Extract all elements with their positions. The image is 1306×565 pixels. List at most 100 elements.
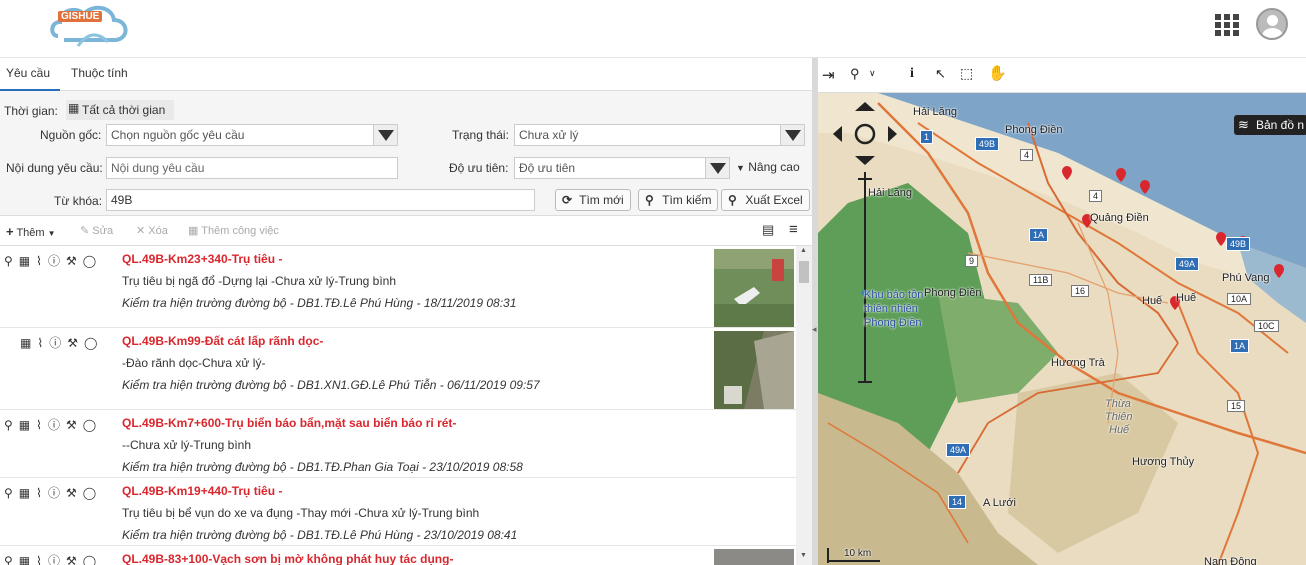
comment-icon[interactable]: ◯ bbox=[83, 254, 102, 268]
content-input-placeholder: Nội dung yêu cầu bbox=[111, 161, 205, 175]
paperclip-icon[interactable]: ⌇ bbox=[36, 486, 48, 500]
comment-icon[interactable]: ◯ bbox=[83, 418, 102, 432]
source-select-value: Chọn nguồn gốc yêu cầu bbox=[111, 128, 245, 142]
basemap-switcher[interactable]: ≋ Bản đồ n bbox=[1234, 115, 1306, 135]
wrench-icon[interactable]: ⚒ bbox=[67, 336, 84, 350]
place-label: Huế bbox=[1176, 292, 1197, 304]
item-title[interactable]: QL.49B-83+100-Vạch sơn bị mờ không phát … bbox=[122, 552, 453, 565]
place-label: Thừa bbox=[1105, 398, 1131, 410]
item-title[interactable]: QL.49B-Km23+340-Trụ tiêu - bbox=[122, 252, 282, 266]
collapse-arrow-icon[interactable]: ◂ bbox=[812, 324, 817, 335]
info-icon[interactable]: ⓘ bbox=[49, 336, 67, 350]
add-task-button[interactable]: ▦ Thêm công việc bbox=[188, 224, 279, 237]
priority-select[interactable]: Độ ưu tiên bbox=[514, 157, 730, 179]
select-box-icon[interactable]: ⬚ bbox=[960, 65, 973, 82]
request-panel: Yêu cầu Thuộc tính Thời gian: ▦ Tất cả t… bbox=[0, 58, 812, 565]
item-title[interactable]: QL.49B-Km99-Đất cát lấp rãnh dọc- bbox=[122, 334, 323, 348]
item-title[interactable]: QL.49B-Km7+600-Trụ biển báo bẩn,mặt sau … bbox=[122, 416, 456, 430]
status-select[interactable]: Chưa xử lý bbox=[514, 124, 805, 146]
wrench-icon[interactable]: ⚒ bbox=[66, 254, 83, 268]
user-avatar-icon[interactable] bbox=[1256, 8, 1288, 40]
map-pin-icon[interactable]: ⚲ bbox=[4, 418, 19, 432]
info-icon[interactable]: ⓘ bbox=[48, 486, 66, 500]
road-shield: 9 bbox=[965, 255, 979, 267]
apps-grid-icon[interactable] bbox=[1215, 14, 1241, 36]
list-item[interactable]: ▦⌇ⓘ⚒◯ QL.49B-Km99-Đất cát lấp rãnh dọc- … bbox=[0, 328, 796, 410]
pan-hand-icon[interactable]: ✋ bbox=[988, 64, 1007, 82]
select-point-icon[interactable]: ↖ bbox=[935, 66, 946, 82]
item-photo[interactable] bbox=[714, 331, 794, 409]
item-photo[interactable] bbox=[714, 549, 794, 565]
list-item[interactable]: ⚲▦⌇ⓘ⚒◯ QL.49B-Km23+340-Trụ tiêu - Trụ ti… bbox=[0, 246, 796, 328]
place-label: Hải Lăng bbox=[913, 106, 958, 118]
road-shield: 14 bbox=[948, 495, 967, 509]
sign-in-icon[interactable]: ⇥ bbox=[822, 66, 835, 84]
card-view-icon[interactable]: ▤ bbox=[762, 222, 774, 238]
calendar-plus-icon[interactable]: ▦ bbox=[19, 486, 36, 500]
road-shield: 4 bbox=[1020, 149, 1034, 161]
place-label: Phong Điền bbox=[864, 317, 922, 329]
comment-icon[interactable]: ◯ bbox=[84, 336, 103, 350]
paperclip-icon[interactable]: ⌇ bbox=[36, 554, 48, 565]
calendar-plus-icon[interactable]: ▦ bbox=[19, 554, 36, 565]
scroll-down-icon[interactable]: ▼ bbox=[800, 552, 807, 559]
road-shield: 4 bbox=[1089, 190, 1103, 202]
map-pin-icon[interactable]: ⚲ bbox=[4, 554, 19, 565]
new-search-button[interactable]: ⟳ Tìm mới bbox=[555, 189, 631, 211]
scrollbar-thumb[interactable] bbox=[799, 261, 809, 283]
tab-attributes[interactable]: Thuộc tính bbox=[71, 66, 128, 80]
edit-label: Sửa bbox=[92, 225, 114, 237]
info-icon[interactable]: ⓘ bbox=[48, 418, 66, 432]
paperclip-icon[interactable]: ⌇ bbox=[36, 254, 48, 268]
info-icon[interactable]: i bbox=[910, 66, 914, 82]
info-icon[interactable]: ⓘ bbox=[48, 254, 66, 268]
item-photo[interactable] bbox=[714, 249, 794, 327]
map-view[interactable]: Hải Lăng Phong Điền Quảng Điền Hải Lăng … bbox=[818, 93, 1306, 565]
list-item[interactable]: ⚲▦⌇ⓘ⚒◯ QL.49B-83+100-Vạch sơn bị mờ khôn… bbox=[0, 546, 796, 565]
calendar-plus-icon[interactable]: ▦ bbox=[19, 418, 36, 432]
delete-button[interactable]: ✕ Xóa bbox=[136, 224, 168, 237]
info-icon[interactable]: ⓘ bbox=[48, 554, 66, 565]
edit-button[interactable]: ✎ Sửa bbox=[80, 224, 113, 237]
road-shield: 1A bbox=[1029, 228, 1049, 242]
list-item[interactable]: ⚲▦⌇ⓘ⚒◯ QL.49B-Km19+440-Trụ tiêu - Trụ ti… bbox=[0, 478, 796, 546]
map-pin-icon[interactable]: ⚲ bbox=[4, 254, 19, 268]
time-range-picker[interactable]: ▦ Tất cả thời gian bbox=[66, 100, 174, 120]
chevron-down-icon[interactable]: ∨ bbox=[869, 68, 876, 79]
wrench-icon[interactable]: ⚒ bbox=[66, 554, 83, 565]
export-excel-button[interactable]: ⚲ Xuất Excel bbox=[721, 189, 810, 211]
comment-icon[interactable]: ◯ bbox=[83, 486, 102, 500]
place-label: Phú Vang bbox=[1222, 272, 1270, 284]
chevron-down-icon bbox=[705, 158, 729, 178]
add-label: Thêm bbox=[16, 227, 45, 239]
item-title[interactable]: QL.49B-Km19+440-Trụ tiêu - bbox=[122, 484, 282, 498]
content-input[interactable]: Nội dung yêu cầu bbox=[106, 157, 398, 179]
add-button[interactable]: + Thêm ▼ bbox=[6, 224, 56, 239]
row-actions: ⚲▦⌇ⓘ⚒◯ bbox=[4, 484, 102, 501]
filter-form: Thời gian: ▦ Tất cả thời gian Nguồn gốc:… bbox=[0, 91, 812, 216]
pencil-icon: ✎ bbox=[80, 225, 90, 237]
refresh-icon: ⟳ bbox=[562, 193, 573, 207]
advanced-toggle[interactable]: ▼ Nâng cao bbox=[736, 160, 800, 174]
location-pin-icon[interactable]: ⚲ bbox=[850, 66, 860, 82]
map-pin-icon[interactable]: ⚲ bbox=[4, 486, 19, 500]
wrench-icon[interactable]: ⚒ bbox=[66, 486, 83, 500]
paperclip-icon[interactable]: ⌇ bbox=[36, 418, 48, 432]
place-label: thiên nhiên bbox=[864, 303, 918, 315]
source-select[interactable]: Chọn nguồn gốc yêu cầu bbox=[106, 124, 398, 146]
calendar-plus-icon[interactable]: ▦ bbox=[19, 254, 36, 268]
list-item[interactable]: ⚲▦⌇ⓘ⚒◯ QL.49B-Km7+600-Trụ biển báo bẩn,m… bbox=[0, 410, 796, 478]
keyword-input[interactable]: 49B bbox=[106, 189, 535, 211]
paperclip-icon[interactable]: ⌇ bbox=[37, 336, 49, 350]
scroll-up-icon[interactable]: ▲ bbox=[800, 247, 807, 254]
menu-icon[interactable]: ≡ bbox=[789, 221, 798, 238]
gishue-logo[interactable]: GISHUE bbox=[48, 2, 134, 50]
list-scrollbar[interactable]: ▲ ▼ bbox=[796, 246, 812, 565]
calendar-icon: ▦ bbox=[68, 101, 80, 115]
calendar-plus-icon[interactable]: ▦ bbox=[20, 336, 37, 350]
search-button[interactable]: ⚲ Tìm kiếm bbox=[638, 189, 719, 211]
comment-icon[interactable]: ◯ bbox=[83, 554, 102, 565]
road-shield: 11B bbox=[1029, 274, 1053, 286]
wrench-icon[interactable]: ⚒ bbox=[66, 418, 83, 432]
tab-requests[interactable]: Yêu cầu bbox=[0, 66, 61, 91]
